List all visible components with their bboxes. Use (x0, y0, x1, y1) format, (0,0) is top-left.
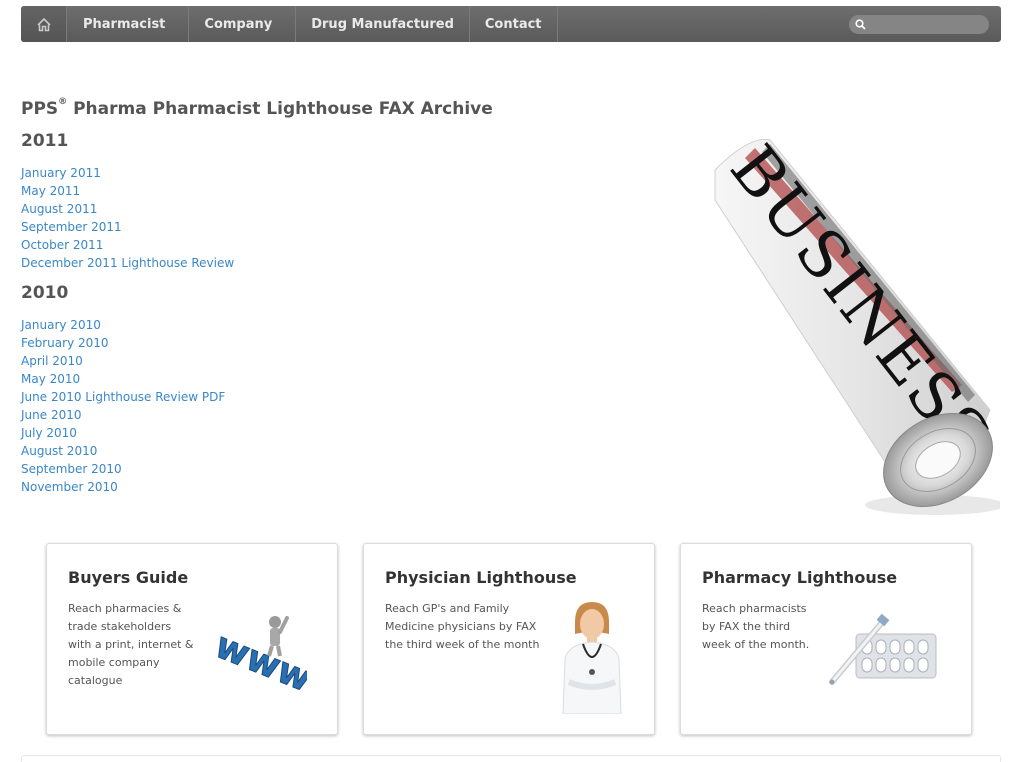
archive-link[interactable]: September 2010 (21, 462, 122, 476)
thermometer-pills-image (829, 613, 937, 685)
archive-link[interactable]: August 2010 (21, 444, 97, 458)
www-figure-image: www (209, 616, 307, 692)
main-nav: Pharmacist Company Drug Manufactured Con… (21, 6, 1001, 42)
year-heading-2011: 2011 (21, 131, 69, 151)
card-description: Reach pharmacists by FAX the third week … (702, 602, 810, 651)
card-description: Reach pharmacies & trade stakeholders wi… (68, 602, 194, 687)
list-item: August 2010 (21, 442, 225, 460)
archive-link[interactable]: December 2011 Lighthouse Review (21, 256, 234, 270)
card-title: Buyers Guide (68, 568, 189, 587)
list-item: May 2010 (21, 370, 225, 388)
year-heading-2010: 2010 (21, 283, 69, 303)
card-pharmacy-lighthouse[interactable]: Pharmacy Lighthouse Reach pharmacists by… (680, 543, 972, 735)
archive-link[interactable]: January 2011 (21, 166, 101, 180)
link-list-2010: January 2010 February 2010 April 2010 Ma… (21, 316, 225, 496)
card-title: Physician Lighthouse (385, 568, 577, 587)
footer-edge (21, 755, 1001, 762)
rolled-newspaper-image: BUSINESS (714, 132, 1000, 515)
list-item: June 2010 (21, 406, 225, 424)
nav-item-contact[interactable]: Contact (470, 6, 558, 42)
list-item: December 2011 Lighthouse Review (21, 254, 234, 272)
home-button[interactable] (21, 6, 67, 42)
archive-link[interactable]: January 2010 (21, 318, 101, 332)
doctor-image (562, 602, 622, 714)
list-item: May 2011 (21, 182, 234, 200)
card-physician-lighthouse[interactable]: Physician Lighthouse Reach GP's and Fami… (363, 543, 655, 735)
list-item: January 2010 (21, 316, 225, 334)
archive-link[interactable]: August 2011 (21, 202, 97, 216)
card-description: Reach GP's and Family Medicine physician… (385, 602, 540, 651)
archive-link[interactable]: September 2011 (21, 220, 122, 234)
search-input[interactable] (870, 18, 980, 31)
archive-link[interactable]: May 2010 (21, 372, 80, 386)
list-item: August 2011 (21, 200, 234, 218)
list-item: July 2010 (21, 424, 225, 442)
list-item: February 2010 (21, 334, 225, 352)
search-icon (855, 19, 866, 30)
list-item: September 2010 (21, 460, 225, 478)
link-list-2011: January 2011 May 2011 August 2011 Septem… (21, 164, 234, 272)
archive-link[interactable]: June 2010 Lighthouse Review PDF (21, 390, 225, 404)
nav-item-pharmacist[interactable]: Pharmacist (67, 6, 190, 42)
archive-link[interactable]: February 2010 (21, 336, 109, 350)
list-item: January 2011 (21, 164, 234, 182)
search-box[interactable] (849, 15, 989, 34)
nav-item-drug-manufactured[interactable]: Drug Manufactured (296, 6, 470, 42)
nav-item-company[interactable]: Company (189, 6, 297, 42)
registered-mark: ® (58, 97, 68, 107)
archive-link[interactable]: May 2011 (21, 184, 80, 198)
list-item: November 2010 (21, 478, 225, 496)
page-title: PPS® Pharma Pharmacist Lighthouse FAX Ar… (21, 97, 493, 119)
archive-link[interactable]: July 2010 (21, 426, 77, 440)
list-item: September 2011 (21, 218, 234, 236)
archive-link[interactable]: April 2010 (21, 354, 83, 368)
archive-link[interactable]: November 2010 (21, 480, 118, 494)
archive-link[interactable]: June 2010 (21, 408, 82, 422)
card-title: Pharmacy Lighthouse (702, 568, 898, 587)
list-item: June 2010 Lighthouse Review PDF (21, 388, 225, 406)
home-icon (36, 17, 51, 31)
www-letters: www (209, 625, 307, 692)
card-buyers-guide[interactable]: Buyers Guide Reach pharmacies & trade st… (46, 543, 338, 735)
list-item: April 2010 (21, 352, 225, 370)
list-item: October 2011 (21, 236, 234, 254)
archive-link[interactable]: October 2011 (21, 238, 103, 252)
